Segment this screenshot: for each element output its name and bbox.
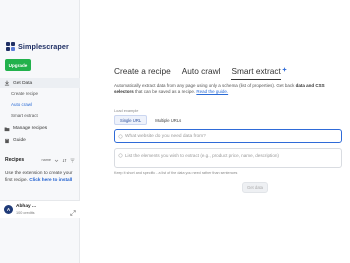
properties-placeholder: List the elements you wish to extract (e… [125, 153, 279, 158]
smart-extract-description: Automatically extract data from any page… [114, 83, 344, 94]
filter-icon[interactable] [70, 158, 75, 163]
tab-label: Smart extract [231, 66, 281, 76]
recipes-empty-note: Use the extension to create your first r… [5, 170, 75, 183]
user-card[interactable]: A Abhay ... 100 credits [0, 200, 80, 218]
sidebar-subitem-smart-extract[interactable]: Smart extract [11, 113, 38, 118]
recipes-tools: name [42, 158, 76, 163]
user-name: Abhay ... [16, 204, 36, 209]
upgrade-button[interactable]: Upgrade [5, 59, 31, 71]
website-url-input[interactable]: What website do you need data from? [114, 129, 342, 143]
recipes-title: Recipes [5, 157, 25, 163]
chevron-down-icon[interactable] [54, 158, 59, 163]
url-mode-toggle: Single URL Multiple URLs [114, 115, 187, 125]
recipes-header: Recipes name [5, 156, 75, 164]
load-example-label[interactable]: Load example [114, 108, 138, 113]
extract-tabs: Create a recipe Auto crawl Smart extract [114, 66, 287, 80]
expand-icon[interactable] [70, 203, 76, 216]
circle-icon [118, 134, 123, 139]
read-guide-link[interactable]: Read the guide. [196, 89, 228, 94]
desc-text: Automatically extract data from any page… [114, 83, 295, 88]
install-extension-link[interactable]: Click here to install [29, 177, 72, 182]
tab-smart-extract[interactable]: Smart extract [231, 66, 287, 80]
properties-textarea[interactable]: List the elements you wish to extract (e… [114, 148, 342, 168]
tab-auto-crawl[interactable]: Auto crawl [182, 66, 221, 80]
user-credits: 100 credits [16, 211, 35, 215]
sidebar-subitem-auto-crawl[interactable]: Auto crawl [11, 102, 32, 107]
sidebar-item-manage-recipes[interactable]: Manage recipes [0, 124, 80, 133]
recipes-sort-select[interactable]: name [42, 158, 52, 162]
download-icon [4, 80, 10, 86]
sidebar-item-get-data[interactable]: Get Data [0, 78, 80, 88]
multiple-urls-option[interactable]: Multiple URLs [149, 115, 187, 125]
sort-icon[interactable] [62, 158, 67, 163]
avatar: A [4, 205, 13, 214]
sidebar-item-label: Guide [13, 138, 26, 143]
brand-name: Simplescraper [18, 41, 69, 51]
sidebar-item-label: Manage recipes [13, 126, 48, 131]
sidebar-item-guide[interactable]: Guide [0, 136, 80, 145]
sparkle-icon [281, 64, 287, 72]
sidebar-subitem-create-recipe[interactable]: Create recipe [11, 91, 38, 96]
sidebar: Simplescraper Upgrade Get Data Create re… [0, 0, 80, 263]
folder-icon [4, 126, 10, 132]
book-icon [4, 138, 10, 144]
sidebar-item-label: Get Data [13, 80, 33, 86]
brand[interactable]: Simplescraper [6, 40, 69, 52]
single-url-option[interactable]: Single URL [114, 115, 148, 125]
get-data-button[interactable]: Get data [242, 182, 268, 193]
input-hint: Keep it short and specific - a list of t… [114, 171, 238, 175]
tab-create-recipe[interactable]: Create a recipe [114, 66, 171, 80]
simplescraper-logo-icon [6, 41, 15, 51]
url-placeholder: What website do you need data from? [125, 133, 206, 139]
circle-icon [118, 153, 123, 158]
desc-text-2: that can be saved as a recipe. [135, 88, 196, 94]
